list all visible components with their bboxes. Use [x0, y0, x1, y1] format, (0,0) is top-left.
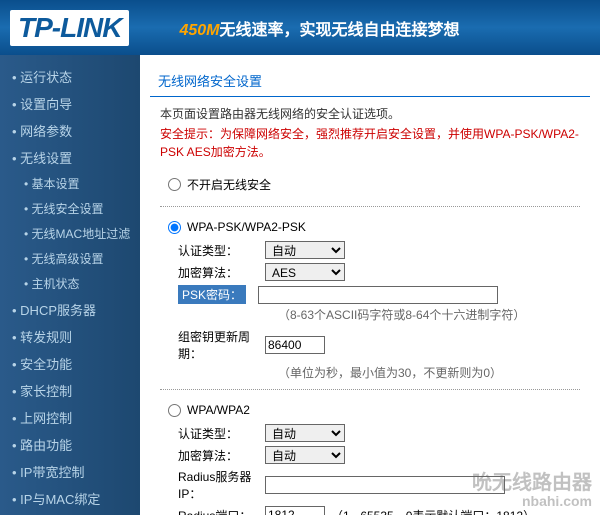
auth-label: 认证类型： [160, 242, 265, 259]
sidebar: 运行状态设置向导网络参数无线设置基本设置无线安全设置无线MAC地址过滤无线高级设… [0, 55, 140, 515]
psk-input[interactable] [258, 286, 498, 304]
nav-item-12[interactable]: 家长控制 [0, 377, 140, 404]
nav-item-4[interactable]: 基本设置 [0, 171, 140, 196]
nav-item-11[interactable]: 安全功能 [0, 350, 140, 377]
encrypt-select[interactable]: AES [265, 263, 345, 281]
nav-item-0[interactable]: 运行状态 [0, 63, 140, 90]
encrypt-label: 加密算法： [160, 264, 265, 281]
radius-port-label: Radius端口： [160, 507, 265, 515]
radio-psk[interactable] [168, 221, 181, 234]
nav-item-3[interactable]: 无线设置 [0, 144, 140, 171]
interval-input[interactable] [265, 336, 325, 354]
nav-item-10[interactable]: 转发规则 [0, 323, 140, 350]
nav-item-8[interactable]: 主机状态 [0, 271, 140, 296]
speed-highlight: 450M [179, 22, 219, 39]
nav-item-15[interactable]: IP带宽控制 [0, 458, 140, 485]
port-hint: （1 - 65535，0表示默认端口：1812） [331, 507, 535, 515]
auth-label2: 认证类型： [160, 425, 265, 442]
encrypt-select2[interactable]: 自动 [265, 446, 345, 464]
nav-item-1[interactable]: 设置向导 [0, 90, 140, 117]
security-warning: 安全提示：为保障网络安全，强烈推荐开启安全设置，并使用WPA-PSK/WPA2-… [160, 125, 580, 161]
radio-none[interactable] [168, 178, 181, 191]
header-tagline: 450M无线速率，实现无线自由连接梦想 [179, 16, 459, 40]
description: 本页面设置路由器无线网络的安全认证选项。 [160, 105, 580, 122]
radio-psk-label: WPA-PSK/WPA2-PSK [187, 220, 306, 234]
nav-item-9[interactable]: DHCP服务器 [0, 296, 140, 323]
auth-select[interactable]: 自动 [265, 241, 345, 259]
auth-select2[interactable]: 自动 [265, 424, 345, 442]
nav-item-14[interactable]: 路由功能 [0, 431, 140, 458]
radio-none-label: 不开启无线安全 [187, 176, 271, 193]
interval-label: 组密钥更新周期： [160, 328, 265, 362]
radio-wpa[interactable] [168, 404, 181, 417]
interval-hint: （单位为秒，最小值为30，不更新则为0） [160, 364, 580, 381]
divider [150, 96, 590, 97]
radius-port-input[interactable] [265, 506, 325, 515]
psk-hint: （8-63个ASCII码字符或8-64个十六进制字符） [160, 306, 580, 323]
nav-item-5[interactable]: 无线安全设置 [0, 196, 140, 221]
panel-title: 无线网络安全设置 [150, 65, 590, 94]
radius-ip-input[interactable] [265, 476, 505, 494]
encrypt-label2: 加密算法： [160, 447, 265, 464]
radius-ip-label: Radius服务器IP： [160, 468, 265, 502]
nav-item-6[interactable]: 无线MAC地址过滤 [0, 221, 140, 246]
nav-item-7[interactable]: 无线高级设置 [0, 246, 140, 271]
nav-item-2[interactable]: 网络参数 [0, 117, 140, 144]
header: TP-LINK 450M无线速率，实现无线自由连接梦想 [0, 0, 600, 55]
psk-label: PSK密码： [178, 285, 246, 304]
logo: TP-LINK [10, 10, 129, 46]
radio-wpa-label: WPA/WPA2 [187, 403, 250, 417]
main-content: 无线网络安全设置 本页面设置路由器无线网络的安全认证选项。 安全提示：为保障网络… [140, 55, 600, 515]
nav-item-16[interactable]: IP与MAC绑定 [0, 485, 140, 512]
nav-item-13[interactable]: 上网控制 [0, 404, 140, 431]
